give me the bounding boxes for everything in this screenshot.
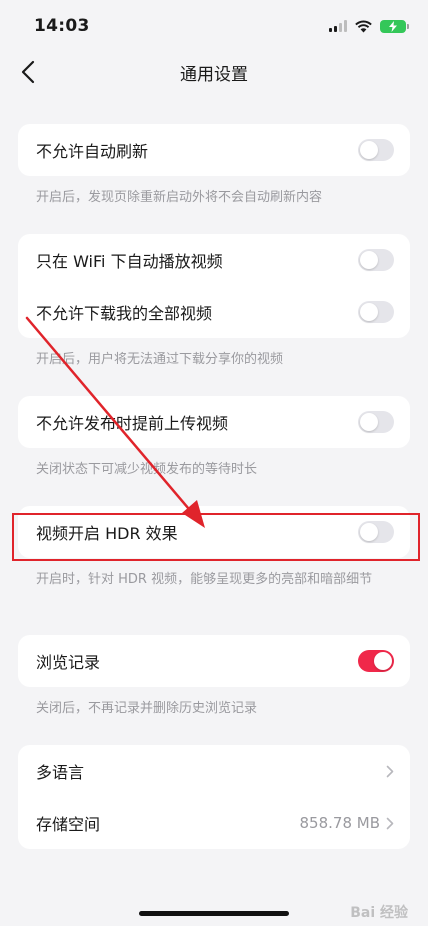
toggle-knob [360,303,378,321]
setting-row-auto-refresh: 不允许自动刷新 [18,124,410,176]
back-button[interactable] [14,58,42,86]
page-title: 通用设置 [180,64,248,85]
wifi-icon [355,19,372,32]
status-time: 14:03 [34,16,90,36]
language-right [386,765,394,778]
setting-hint-hdr: 开启时，针对 HDR 视频，能够呈现更多的亮部和暗部细节 [36,572,373,587]
settings-card-misc: 多语言 存储空间 858.78 MB [18,745,410,849]
setting-row-language[interactable]: 多语言 [18,745,410,797]
settings-card-pre-upload: 不允许发布时提前上传视频 [18,396,410,448]
toggle-knob [360,413,378,431]
nav-bar: 通用设置 [0,52,428,92]
setting-row-history: 浏览记录 [18,635,410,687]
setting-hint-history: 关闭后，不再记录并删除历史浏览记录 [36,701,258,716]
setting-label: 不允许下载我的全部视频 [36,304,213,323]
home-indicator[interactable] [139,911,289,916]
setting-label: 视频开启 HDR 效果 [36,524,178,543]
setting-label: 不允许发布时提前上传视频 [36,414,229,433]
settings-card-hdr: 视频开启 HDR 效果 [18,506,410,558]
wifi-autoplay-toggle[interactable] [358,249,394,271]
storage-right: 858.78 MB [300,814,395,832]
status-icons [329,19,409,33]
setting-row-pre-upload: 不允许发布时提前上传视频 [18,396,410,448]
setting-row-storage[interactable]: 存储空间 858.78 MB [18,797,410,849]
pre-upload-toggle[interactable] [358,411,394,433]
setting-row-hdr: 视频开启 HDR 效果 [18,506,410,558]
setting-row-no-download: 不允许下载我的全部视频 [18,286,410,338]
setting-label: 不允许自动刷新 [36,142,149,161]
settings-card-auto-refresh: 不允许自动刷新 [18,124,410,176]
setting-label: 存储空间 [36,815,101,834]
setting-hint-auto-refresh: 开启后，发现页除重新启动外将不会自动刷新内容 [36,190,323,205]
settings-card-video: 只在 WiFi 下自动播放视频 不允许下载我的全部视频 [18,234,410,338]
setting-label: 多语言 [36,763,85,782]
storage-value: 858.78 MB [299,814,381,832]
status-bar: 14:03 [0,0,428,52]
history-toggle[interactable] [358,650,394,672]
toggle-knob [360,523,378,541]
setting-row-wifi-autoplay: 只在 WiFi 下自动播放视频 [18,234,410,286]
no-download-toggle[interactable] [358,301,394,323]
cellular-signal-icon [329,20,347,32]
hdr-toggle[interactable] [358,521,394,543]
watermark: Bai 经验 [350,905,408,921]
setting-label: 浏览记录 [36,653,101,672]
chevron-left-icon [21,60,35,84]
chevron-right-icon [386,765,394,777]
toggle-knob [374,652,392,670]
toggle-knob [360,141,378,159]
settings-card-history: 浏览记录 [18,635,410,687]
setting-hint-pre-upload: 关闭状态下可减少视频发布的等待时长 [36,462,258,477]
toggle-knob [360,251,378,269]
auto-refresh-toggle[interactable] [358,139,394,161]
chevron-right-icon [386,817,394,829]
setting-label: 只在 WiFi 下自动播放视频 [36,252,223,271]
battery-icon [380,19,409,33]
setting-hint-no-download: 开启后，用户将无法通过下载分享你的视频 [36,352,284,367]
